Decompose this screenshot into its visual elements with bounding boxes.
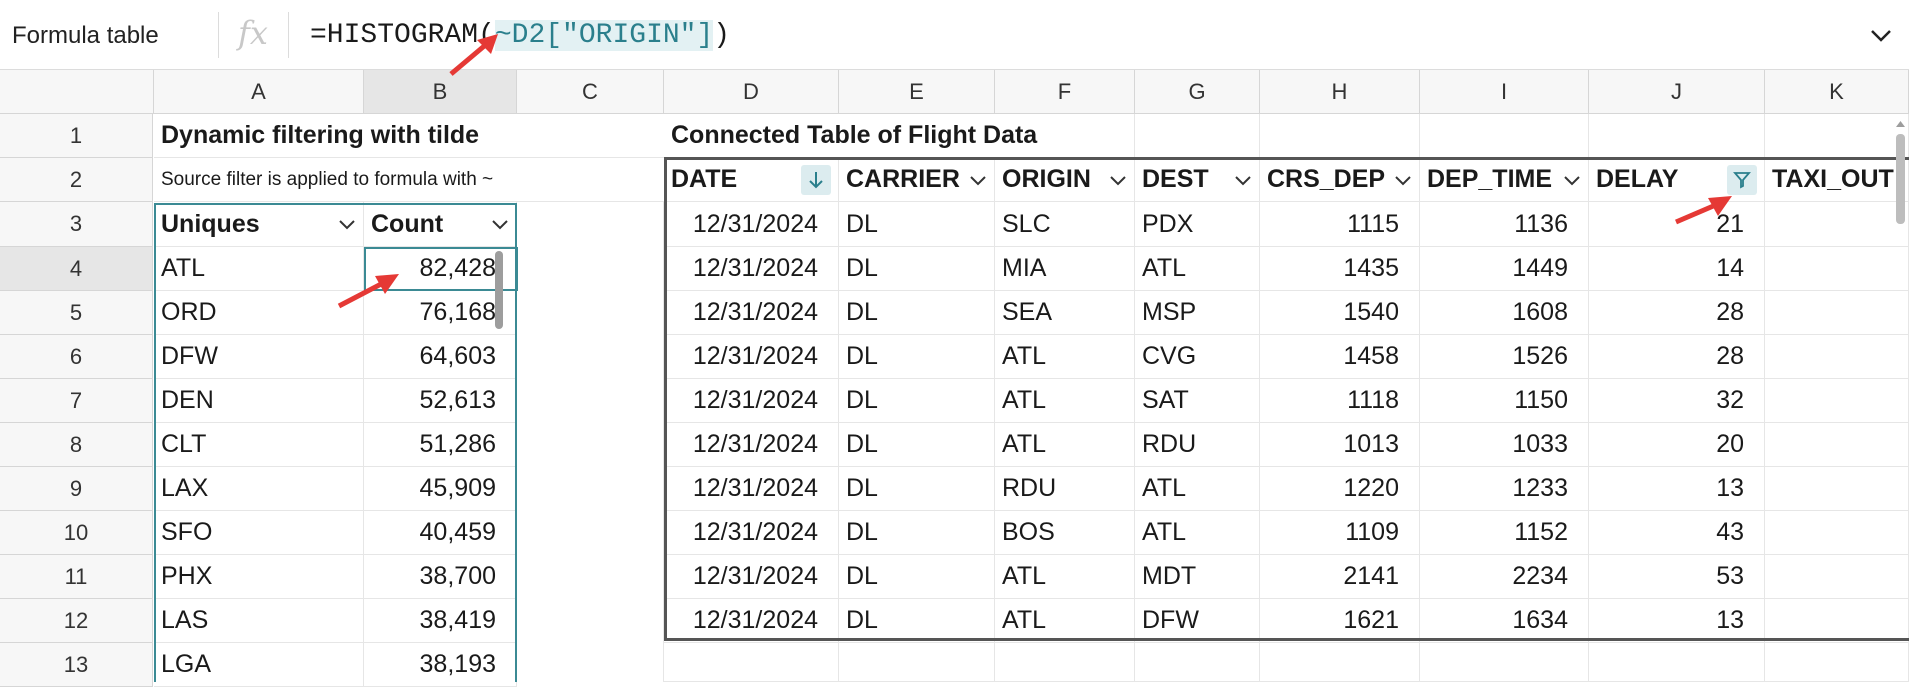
column-header-h[interactable]: H — [1260, 70, 1420, 114]
fx-icon: fx — [238, 14, 268, 52]
empty-cell[interactable] — [664, 643, 839, 682]
cell-d1-title[interactable]: Connected Table of Flight Data — [664, 114, 1135, 158]
column-header-e[interactable]: E — [839, 70, 995, 114]
column-c-empty[interactable] — [517, 202, 664, 682]
row-header-10[interactable]: 10 — [0, 511, 153, 555]
vertical-scrollbar[interactable] — [1892, 118, 1909, 228]
row-header-4[interactable]: 4 — [0, 247, 153, 291]
row-header-3[interactable]: 3 — [0, 202, 153, 247]
name-box[interactable]: Formula table — [12, 22, 159, 50]
divider — [218, 12, 219, 58]
empty-cell[interactable] — [1135, 643, 1260, 682]
annotation-arrow-icon — [1675, 196, 1732, 225]
divider — [288, 12, 289, 58]
cell-j1[interactable] — [1589, 114, 1765, 158]
cell-h1[interactable] — [1260, 114, 1420, 158]
empty-cell[interactable] — [839, 643, 995, 682]
column-header-i[interactable]: I — [1420, 70, 1589, 114]
annotation-arrow-icon — [337, 274, 399, 309]
row-header-12[interactable]: 12 — [0, 599, 153, 643]
row-header-6[interactable]: 6 — [0, 335, 153, 379]
expand-formula-chevron-icon[interactable] — [1868, 22, 1894, 48]
cell-a1-title[interactable]: Dynamic filtering with tilde — [154, 114, 664, 158]
row-header-9[interactable]: 9 — [0, 467, 153, 511]
formula-input[interactable]: =HISTOGRAM(~D2["ORIGIN"]) — [310, 20, 730, 51]
row-header-13[interactable]: 13 — [0, 643, 153, 687]
row-header-1[interactable]: 1 — [0, 114, 153, 158]
formula-suffix: ) — [713, 20, 731, 51]
flight-table-outline — [664, 157, 1909, 641]
row-header-8[interactable]: 8 — [0, 423, 153, 467]
column-header-c[interactable]: C — [517, 70, 664, 114]
cell-i1[interactable] — [1420, 114, 1589, 158]
cell-a2-note[interactable]: Source filter is applied to formula with… — [154, 158, 664, 202]
empty-cell[interactable] — [1260, 643, 1420, 682]
cell-k1[interactable] — [1765, 114, 1909, 158]
empty-cell[interactable] — [995, 643, 1135, 682]
annotation-arrow-icon — [449, 34, 498, 76]
select-all-corner[interactable] — [0, 70, 154, 114]
empty-cell[interactable] — [1765, 643, 1909, 682]
row-header-7[interactable]: 7 — [0, 379, 153, 423]
column-header-j[interactable]: J — [1589, 70, 1765, 114]
formula-bar — [0, 0, 1909, 70]
row-header-11[interactable]: 11 — [0, 555, 153, 599]
column-header-a[interactable]: A — [154, 70, 364, 114]
column-header-g[interactable]: G — [1135, 70, 1260, 114]
formula-reference: ~D2["ORIGIN"] — [494, 20, 714, 51]
row-header-5[interactable]: 5 — [0, 291, 153, 335]
histogram-scrollbar[interactable] — [495, 251, 503, 329]
empty-cell[interactable] — [1420, 643, 1589, 682]
column-header-k[interactable]: K — [1765, 70, 1909, 114]
empty-cell[interactable] — [1589, 643, 1765, 682]
column-header-f[interactable]: F — [995, 70, 1135, 114]
cell-g1[interactable] — [1135, 114, 1260, 158]
column-header-d[interactable]: D — [664, 70, 839, 114]
row-header-2[interactable]: 2 — [0, 158, 153, 202]
